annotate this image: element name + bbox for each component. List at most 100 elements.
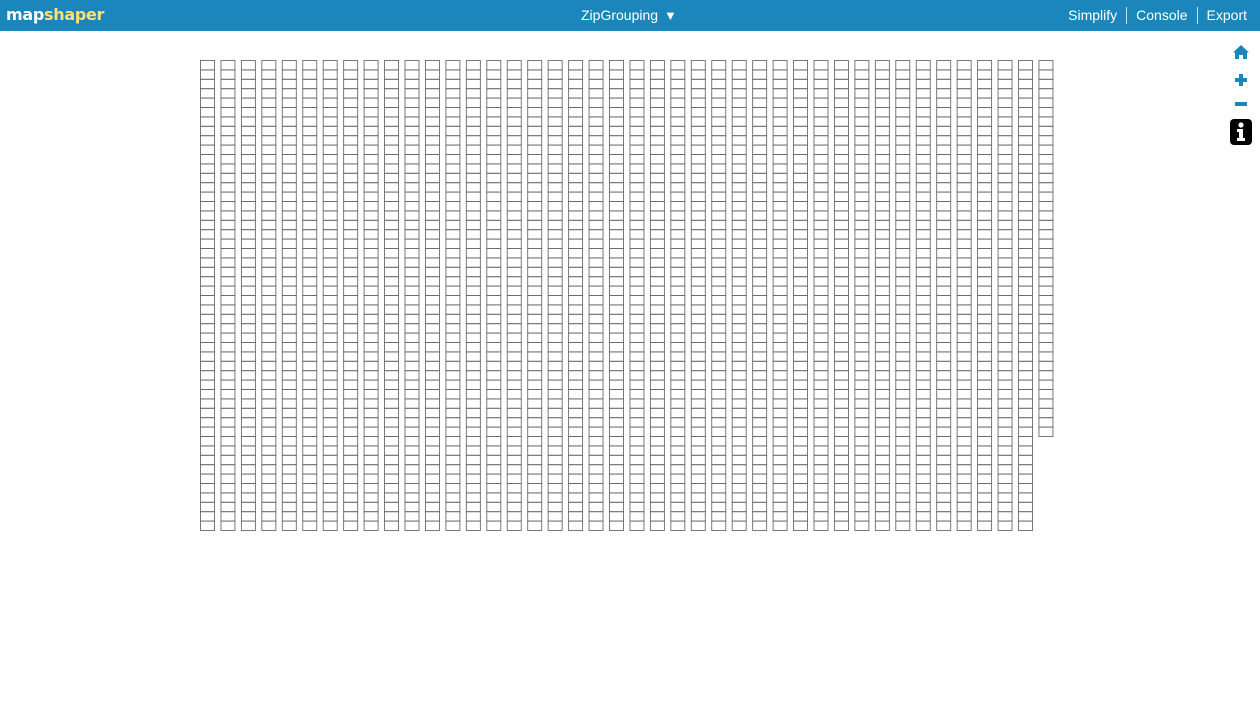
grid-cell-polygon[interactable] [220,492,236,503]
grid-cell-polygon[interactable] [1018,332,1033,343]
grid-cell-polygon[interactable] [629,172,645,184]
grid-cell-polygon[interactable] [302,304,318,315]
grid-cell-polygon[interactable] [281,97,297,108]
grid-cell-polygon[interactable] [384,342,399,353]
grid-cell-polygon[interactable] [445,342,461,353]
grid-cell-polygon[interactable] [895,107,911,118]
grid-cell-polygon[interactable] [854,154,870,165]
grid-cell-polygon[interactable] [261,116,277,127]
grid-cell-polygon[interactable] [588,436,604,447]
grid-cell-polygon[interactable] [465,248,481,259]
grid-cell-polygon[interactable] [425,285,440,296]
grid-cell-polygon[interactable] [690,276,706,287]
grid-cell-polygon[interactable] [363,454,379,466]
grid-cell-polygon[interactable] [302,445,318,456]
grid-cell-polygon[interactable] [568,436,584,447]
grid-cell-polygon[interactable] [506,154,522,165]
grid-cell-polygon[interactable] [1038,88,1054,99]
grid-cell-polygon[interactable] [834,501,849,513]
grid-cell-polygon[interactable] [977,125,993,137]
grid-cell-polygon[interactable] [200,501,215,513]
grid-cell-polygon[interactable] [813,60,829,71]
grid-cell-polygon[interactable] [670,473,686,484]
grid-cell-polygon[interactable] [506,266,522,278]
grid-cell-polygon[interactable] [322,295,338,306]
grid-cell-polygon[interactable] [854,88,870,99]
grid-cell-polygon[interactable] [711,492,727,503]
grid-cell-polygon[interactable] [854,266,870,278]
grid-cell-polygon[interactable] [527,295,543,306]
grid-cell-polygon[interactable] [384,248,399,259]
grid-cell-polygon[interactable] [793,257,808,268]
grid-cell-polygon[interactable] [977,210,993,221]
grid-cell-polygon[interactable] [588,97,604,108]
grid-cell-polygon[interactable] [731,351,747,362]
grid-cell-polygon[interactable] [363,276,379,287]
grid-cell-polygon[interactable] [281,135,297,146]
grid-cell-polygon[interactable] [220,304,236,315]
grid-cell-polygon[interactable] [690,229,706,240]
grid-cell-polygon[interactable] [322,426,338,437]
grid-cell-polygon[interactable] [874,201,890,212]
grid-cell-polygon[interactable] [915,483,931,494]
grid-cell-polygon[interactable] [486,285,502,296]
grid-cell-polygon[interactable] [240,78,256,90]
grid-cell-polygon[interactable] [547,323,563,334]
grid-cell-polygon[interactable] [1038,107,1054,118]
grid-cell-polygon[interactable] [588,398,604,409]
grid-cell-polygon[interactable] [649,219,665,231]
grid-cell-polygon[interactable] [956,172,972,184]
grid-cell-polygon[interactable] [384,116,399,127]
grid-cell-polygon[interactable] [527,342,543,353]
grid-cell-polygon[interactable] [302,389,318,400]
grid-cell-polygon[interactable] [690,398,706,409]
grid-cell-polygon[interactable] [261,492,277,503]
grid-cell-polygon[interactable] [281,191,297,202]
grid-cell-polygon[interactable] [322,389,338,400]
grid-cell-polygon[interactable] [404,201,420,212]
grid-cell-polygon[interactable] [813,201,829,212]
grid-cell-polygon[interactable] [834,407,849,419]
grid-cell-polygon[interactable] [445,201,461,212]
grid-cell-polygon[interactable] [956,107,972,118]
grid-cell-polygon[interactable] [200,229,215,240]
grid-cell-polygon[interactable] [1038,351,1054,362]
grid-cell-polygon[interactable] [629,398,645,409]
grid-cell-polygon[interactable] [629,257,645,268]
grid-cell-polygon[interactable] [547,107,563,118]
grid-cell-polygon[interactable] [915,69,931,80]
grid-cell-polygon[interactable] [547,501,563,513]
grid-cell-polygon[interactable] [670,501,686,513]
grid-cell-polygon[interactable] [568,389,584,400]
grid-cell-polygon[interactable] [240,501,256,513]
grid-cell-polygon[interactable] [527,445,543,456]
grid-cell-polygon[interactable] [997,398,1013,409]
grid-cell-polygon[interactable] [343,464,359,475]
grid-cell-polygon[interactable] [731,219,747,231]
grid-cell-polygon[interactable] [302,78,318,90]
grid-cell-polygon[interactable] [1018,520,1033,531]
grid-cell-polygon[interactable] [465,389,481,400]
grid-cell-polygon[interactable] [200,285,215,296]
grid-cell-polygon[interactable] [956,360,972,372]
grid-cell-polygon[interactable] [977,248,993,259]
grid-cell-polygon[interactable] [568,304,584,315]
grid-cell-polygon[interactable] [609,248,624,259]
grid-cell-polygon[interactable] [854,238,870,249]
grid-cell-polygon[interactable] [261,78,277,90]
grid-cell-polygon[interactable] [915,313,931,325]
grid-cell-polygon[interactable] [200,360,215,372]
grid-cell-polygon[interactable] [670,304,686,315]
grid-cell-polygon[interactable] [445,370,461,381]
grid-cell-polygon[interactable] [690,511,706,522]
grid-cell-polygon[interactable] [302,295,318,306]
grid-cell-polygon[interactable] [793,276,808,287]
grid-cell-polygon[interactable] [772,135,788,146]
grid-cell-polygon[interactable] [465,445,481,456]
grid-cell-polygon[interactable] [220,332,236,343]
grid-cell-polygon[interactable] [649,69,665,80]
grid-cell-polygon[interactable] [772,182,788,193]
grid-cell-polygon[interactable] [588,285,604,296]
grid-cell-polygon[interactable] [956,210,972,221]
grid-cell-polygon[interactable] [793,407,808,419]
